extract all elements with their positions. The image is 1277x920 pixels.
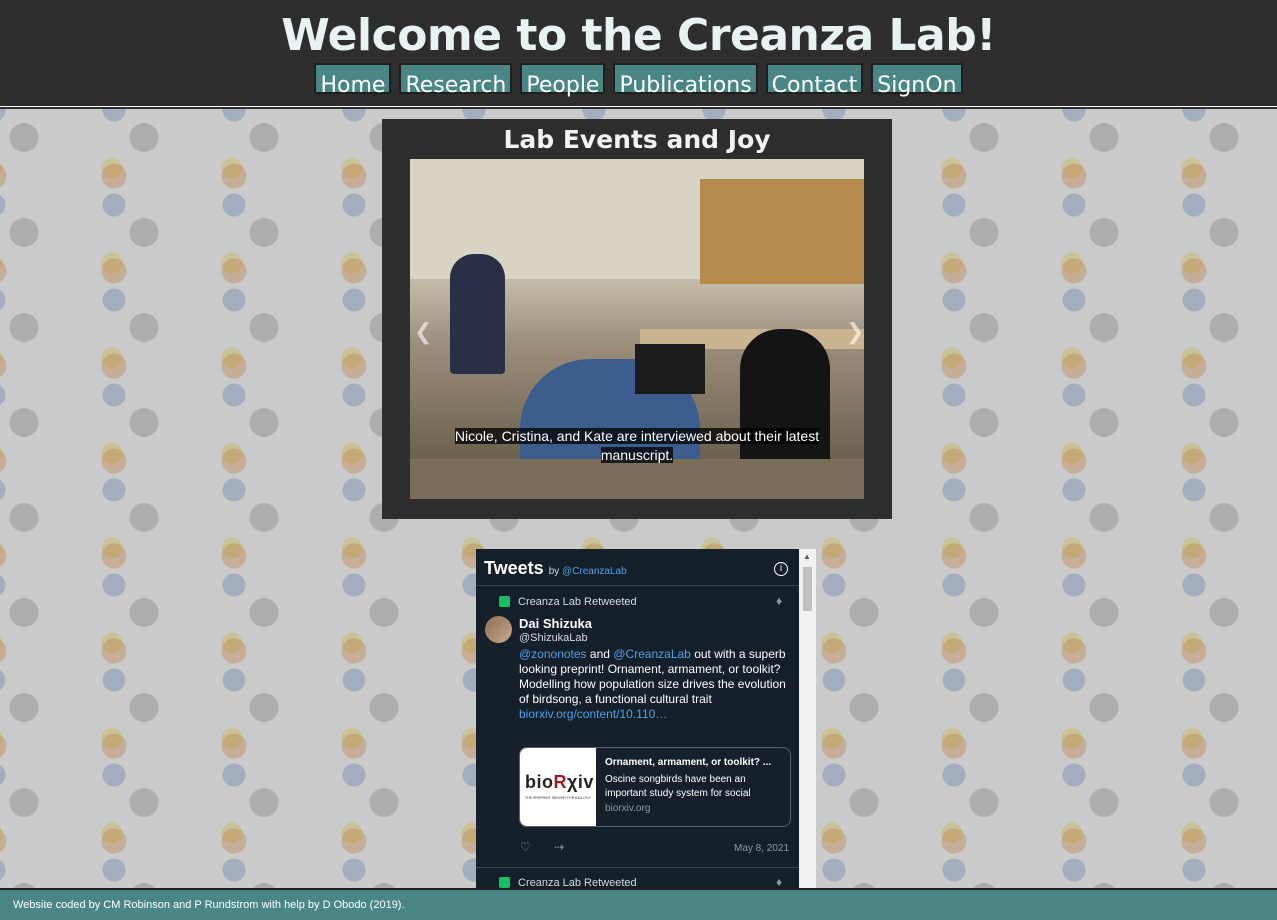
retweet-label: Creanza Lab Retweeted xyxy=(499,596,637,608)
share-icon[interactable]: ⇢ xyxy=(554,840,564,854)
photo-shelves xyxy=(700,179,864,284)
events-panel: Lab Events and Joy ❮ ❯ Nicole, Cristina,… xyxy=(382,119,892,519)
header-divider xyxy=(0,107,1277,109)
nav-signon-button[interactable]: SignOn xyxy=(871,63,963,98)
twitter-title: Tweets by @CreanzaLab xyxy=(484,558,627,578)
nav-research-button[interactable]: Research xyxy=(399,63,513,98)
site-title: Welcome to the Creanza Lab! xyxy=(281,10,996,61)
mention-link[interactable]: @CreanzaLab xyxy=(613,647,691,661)
tweet-body: @zononotes and @CreanzaLab out with a su… xyxy=(519,647,786,721)
carousel-next-icon[interactable]: ❯ xyxy=(846,319,864,345)
scroll-up-icon[interactable]: ▲ xyxy=(803,552,811,561)
photo-floor xyxy=(410,459,864,499)
events-title: Lab Events and Joy xyxy=(503,125,771,154)
carousel-prev-icon[interactable]: ❮ xyxy=(414,319,432,345)
tweet-actions: ♡ ⇢ xyxy=(520,840,564,854)
scroll-thumb[interactable] xyxy=(803,567,812,611)
card-title: Ornament, armament, or toolkit? ... xyxy=(605,757,772,768)
card-domain: biorxiv.org xyxy=(605,803,651,814)
info-icon[interactable]: i xyxy=(774,562,788,576)
avatar[interactable] xyxy=(485,616,512,643)
events-carousel[interactable]: ❮ ❯ Nicole, Cristina, and Kate are inter… xyxy=(410,159,864,499)
retweet-label: Creanza Lab Retweeted xyxy=(499,877,637,888)
mention-link[interactable]: @zononotes xyxy=(519,647,587,661)
twitter-bird-icon[interactable]: ♦ xyxy=(776,875,791,888)
site-header: Welcome to the Creanza Lab! Home Researc… xyxy=(0,0,1277,109)
twitter-bird-icon[interactable]: ♦ xyxy=(776,594,791,608)
like-icon[interactable]: ♡ xyxy=(520,840,531,854)
twitter-handle-link[interactable]: @CreanzaLab xyxy=(562,566,627,577)
footer-credits: Website coded by CM Robinson and P Runds… xyxy=(13,899,405,911)
link-preview-card[interactable]: bioRχiv THE PREPRINT SERVER FOR BIOLOGY … xyxy=(519,747,791,827)
tweet-author-name[interactable]: Dai Shizuka xyxy=(519,616,592,631)
carousel-caption: Nicole, Cristina, and Kate are interview… xyxy=(454,428,820,463)
nav-publications-button[interactable]: Publications xyxy=(613,63,758,98)
site-footer: Website coded by CM Robinson and P Runds… xyxy=(0,888,1277,920)
biorxiv-logo: bioRχiv THE PREPRINT SERVER FOR BIOLOGY xyxy=(520,748,596,826)
nav-people-button[interactable]: People xyxy=(520,63,606,98)
main-nav: Home Research People Publications Contac… xyxy=(0,63,1277,98)
twitter-timeline[interactable]: Tweets by @CreanzaLab i Creanza Lab Retw… xyxy=(476,549,816,888)
nav-contact-button[interactable]: Contact xyxy=(765,63,864,98)
nav-home-button[interactable]: Home xyxy=(314,63,392,98)
twitter-scrollbar[interactable]: ▲ xyxy=(799,549,816,888)
tweet-url-link[interactable]: biorxiv.org/content/10.110… xyxy=(519,707,667,721)
tweet-date[interactable]: May 8, 2021 xyxy=(734,843,789,854)
tweet-author-handle[interactable]: @ShizukaLab xyxy=(519,632,588,644)
twitter-header: Tweets by @CreanzaLab i xyxy=(476,549,799,586)
card-description: Oscine songbirds have been an important … xyxy=(605,774,751,799)
tweet-divider xyxy=(476,867,799,868)
retweet-icon xyxy=(499,596,510,607)
photo-person-left xyxy=(450,254,505,374)
photo-camera xyxy=(635,344,705,394)
retweet-icon xyxy=(499,877,510,888)
